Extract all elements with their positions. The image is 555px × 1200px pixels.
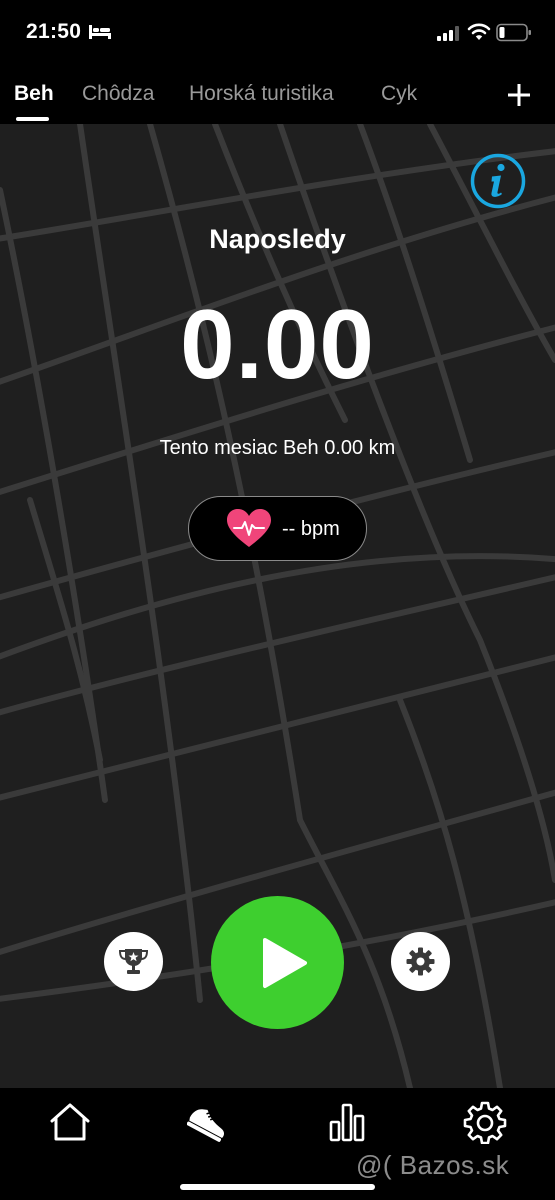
achievements-button[interactable]: [104, 932, 163, 991]
nav-statistics[interactable]: [325, 1100, 369, 1144]
signal-icon: [437, 26, 459, 41]
wifi-icon: [467, 23, 491, 40]
bed-icon: [89, 25, 111, 39]
settings-gear-icon: [463, 1101, 507, 1145]
tab-horska-turistika[interactable]: Horská turistika: [189, 82, 334, 106]
activity-settings-button[interactable]: [391, 932, 450, 991]
battery-icon: [496, 23, 531, 42]
home-indicator: [180, 1184, 375, 1190]
activity-tabs: Beh Chôdza Horská turistika Cyk: [0, 66, 555, 124]
status-time: 21:50: [26, 20, 82, 43]
gear-icon: [406, 947, 435, 976]
bar-chart-icon: [329, 1103, 365, 1142]
status-bar: 21:50: [0, 0, 555, 66]
tab-chodza[interactable]: Chôdza: [82, 82, 154, 106]
trophy-icon: [118, 949, 149, 974]
nav-home[interactable]: [48, 1100, 92, 1144]
last-activity-value: 0.00: [180, 289, 375, 399]
heart-rate-value: -- bpm: [282, 518, 340, 540]
shoe-icon: [186, 1109, 225, 1142]
heart-icon: [227, 509, 271, 547]
nav-settings[interactable]: [463, 1100, 507, 1145]
add-icon[interactable]: [504, 80, 534, 110]
last-activity-label: Naposledy: [209, 224, 346, 254]
play-icon: [263, 938, 307, 988]
start-button[interactable]: [211, 896, 344, 1029]
heart-rate-pill[interactable]: -- bpm: [188, 496, 367, 561]
watermark: @( Bazos.sk: [356, 1150, 510, 1180]
tab-cyklistika[interactable]: Cyk: [381, 82, 417, 106]
nav-activity[interactable]: [186, 1100, 231, 1144]
tab-beh[interactable]: Beh: [14, 82, 54, 106]
home-icon: [50, 1103, 90, 1141]
month-summary: Tento mesiac Beh 0.00 km: [159, 437, 396, 459]
active-tab-indicator: [16, 117, 49, 121]
info-icon[interactable]: [470, 153, 526, 209]
